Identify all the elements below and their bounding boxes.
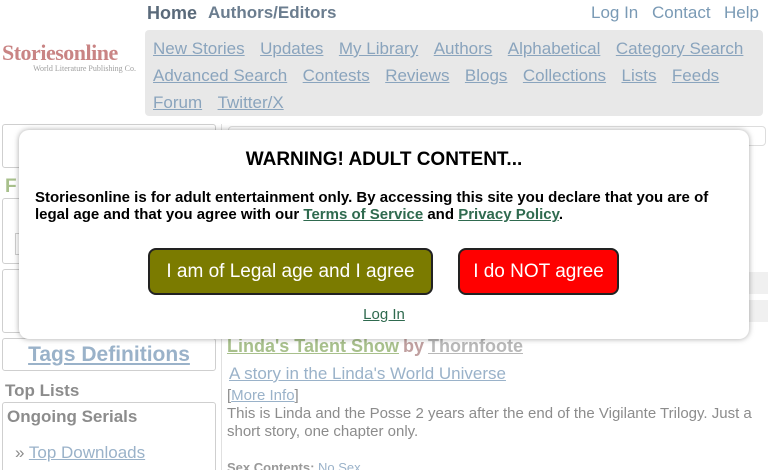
- top-downloads-item: » Top Downloads: [15, 443, 145, 463]
- nav-collections[interactable]: Collections: [523, 62, 606, 89]
- authors-editors-link[interactable]: Authors/Editors: [208, 3, 336, 23]
- nav-lists[interactable]: Lists: [622, 62, 657, 89]
- nav-my-library[interactable]: My Library: [339, 35, 418, 62]
- nav-contests[interactable]: Contests: [303, 62, 370, 89]
- agree-button[interactable]: I am of Legal age and I agree: [148, 248, 433, 295]
- top-bar: Home Authors/Editors Log In Contact Help: [0, 0, 768, 26]
- terms-of-service-link[interactable]: Terms of Service: [303, 206, 423, 223]
- sex-contents-value[interactable]: No Sex: [318, 460, 361, 470]
- site-logo[interactable]: Storiesonline World Literature Publishin…: [2, 42, 142, 74]
- privacy-policy-link[interactable]: Privacy Policy: [458, 206, 559, 223]
- tags-definitions-link[interactable]: Tags Definitions: [28, 343, 190, 366]
- nav-category-search[interactable]: Category Search: [616, 35, 744, 62]
- nav-feeds[interactable]: Feeds: [672, 62, 719, 89]
- tags-definitions-box: Tags Definitions: [2, 338, 216, 371]
- logo-subtitle: World Literature Publishing Co.: [33, 64, 136, 73]
- nav-reviews[interactable]: Reviews: [385, 62, 449, 89]
- nav-authors[interactable]: Authors: [434, 35, 493, 62]
- universe-link[interactable]: A story in the Linda's World Universe: [229, 364, 506, 383]
- nav-blogs[interactable]: Blogs: [465, 62, 508, 89]
- story-title-line: Linda's Talent Show by Thornfoote: [227, 336, 523, 357]
- more-info: [More Info]: [227, 387, 299, 404]
- nav-new-stories[interactable]: New Stories: [153, 35, 245, 62]
- bullet-marker: »: [15, 443, 25, 462]
- modal-login: Log In: [19, 306, 749, 323]
- login-link[interactable]: Log In: [591, 3, 638, 23]
- modal-text-period: .: [558, 206, 563, 223]
- adult-content-modal: WARNING! ADULT CONTENT... Storiesonline …: [19, 130, 749, 339]
- nav-twitter[interactable]: Twitter/X: [218, 89, 284, 116]
- story-universe: A story in the Linda's World Universe: [229, 364, 506, 384]
- home-link[interactable]: Home: [147, 3, 197, 24]
- story-by: by: [402, 336, 424, 356]
- main-nav: New Stories Updates My Library Authors A…: [145, 30, 763, 116]
- nav-forum[interactable]: Forum: [153, 89, 202, 116]
- modal-text: Storiesonline is for adult entertainment…: [19, 189, 749, 223]
- more-info-link[interactable]: More Info: [231, 387, 294, 404]
- logo-title: Storiesonline: [2, 40, 118, 65]
- help-link[interactable]: Help: [724, 3, 759, 23]
- nav-alphabetical[interactable]: Alphabetical: [508, 35, 601, 62]
- top-lists-heading: Top Lists: [5, 381, 80, 400]
- sex-contents: Sex Contents: No Sex: [227, 460, 361, 470]
- ongoing-serials-heading: Ongoing Serials: [7, 407, 138, 426]
- contact-link[interactable]: Contact: [652, 3, 711, 23]
- modal-text-and: and: [423, 206, 459, 223]
- disagree-button[interactable]: I do NOT agree: [458, 248, 619, 295]
- story-description: This is Linda and the Posse 2 years afte…: [227, 405, 752, 440]
- sidebar-partial-heading: F: [5, 176, 17, 197]
- modal-title: WARNING! ADULT CONTENT...: [245, 149, 523, 170]
- sex-contents-label: Sex Contents:: [227, 460, 315, 470]
- story-author-link[interactable]: Thornfoote: [428, 336, 523, 356]
- nav-advanced-search[interactable]: Advanced Search: [153, 62, 287, 89]
- story-title-link[interactable]: Linda's Talent Show: [227, 336, 399, 356]
- modal-login-link[interactable]: Log In: [363, 306, 405, 323]
- bracket-close: ]: [294, 387, 299, 404]
- nav-updates[interactable]: Updates: [260, 35, 323, 62]
- top-downloads-link[interactable]: Top Downloads: [29, 443, 145, 462]
- ongoing-serials-box: Ongoing Serials » Top Downloads: [2, 402, 216, 470]
